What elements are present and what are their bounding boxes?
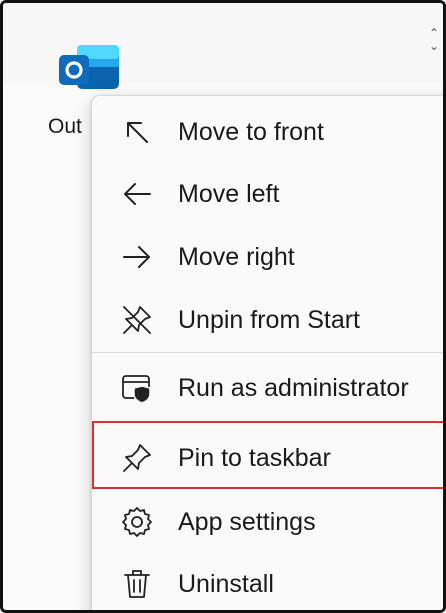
highlight-box xyxy=(92,421,443,489)
menu-separator xyxy=(92,352,443,353)
menu-item-run-as-administrator[interactable]: Run as administrator xyxy=(92,360,443,416)
menu-item-label: Move left xyxy=(178,179,280,208)
gear-icon xyxy=(120,505,154,539)
outlook-icon xyxy=(59,45,119,89)
arrow-right-icon xyxy=(120,240,154,274)
menu-item-uninstall[interactable]: Uninstall xyxy=(92,556,443,610)
app-tile-outlook[interactable] xyxy=(51,43,127,103)
screenshot-frame: ⌃ ⌄ Out Move to front Move left Move rig… xyxy=(0,0,446,613)
shield-window-icon xyxy=(120,371,154,405)
menu-item-label: App settings xyxy=(178,507,316,536)
trash-icon xyxy=(120,567,154,601)
chevron-updown-icon[interactable]: ⌃ ⌄ xyxy=(427,27,441,53)
arrow-left-icon xyxy=(120,177,154,211)
menu-item-move-left[interactable]: Move left xyxy=(92,166,443,222)
arrow-up-left-icon xyxy=(120,115,154,149)
menu-item-app-settings[interactable]: App settings xyxy=(92,494,443,550)
menu-item-label: Unpin from Start xyxy=(178,305,361,334)
menu-item-label: Uninstall xyxy=(178,569,274,598)
menu-item-move-right[interactable]: Move right xyxy=(92,229,443,285)
context-menu: Move to front Move left Move right Unpin… xyxy=(91,95,443,610)
menu-item-label: Move right xyxy=(178,242,295,271)
menu-item-label: Move to front xyxy=(178,117,324,146)
unpin-icon xyxy=(120,303,154,337)
menu-item-move-to-front[interactable]: Move to front xyxy=(92,104,443,160)
menu-item-label: Run as administrator xyxy=(178,373,409,402)
app-name-label: Out xyxy=(48,115,82,138)
menu-item-unpin-from-start[interactable]: Unpin from Start xyxy=(92,292,443,348)
